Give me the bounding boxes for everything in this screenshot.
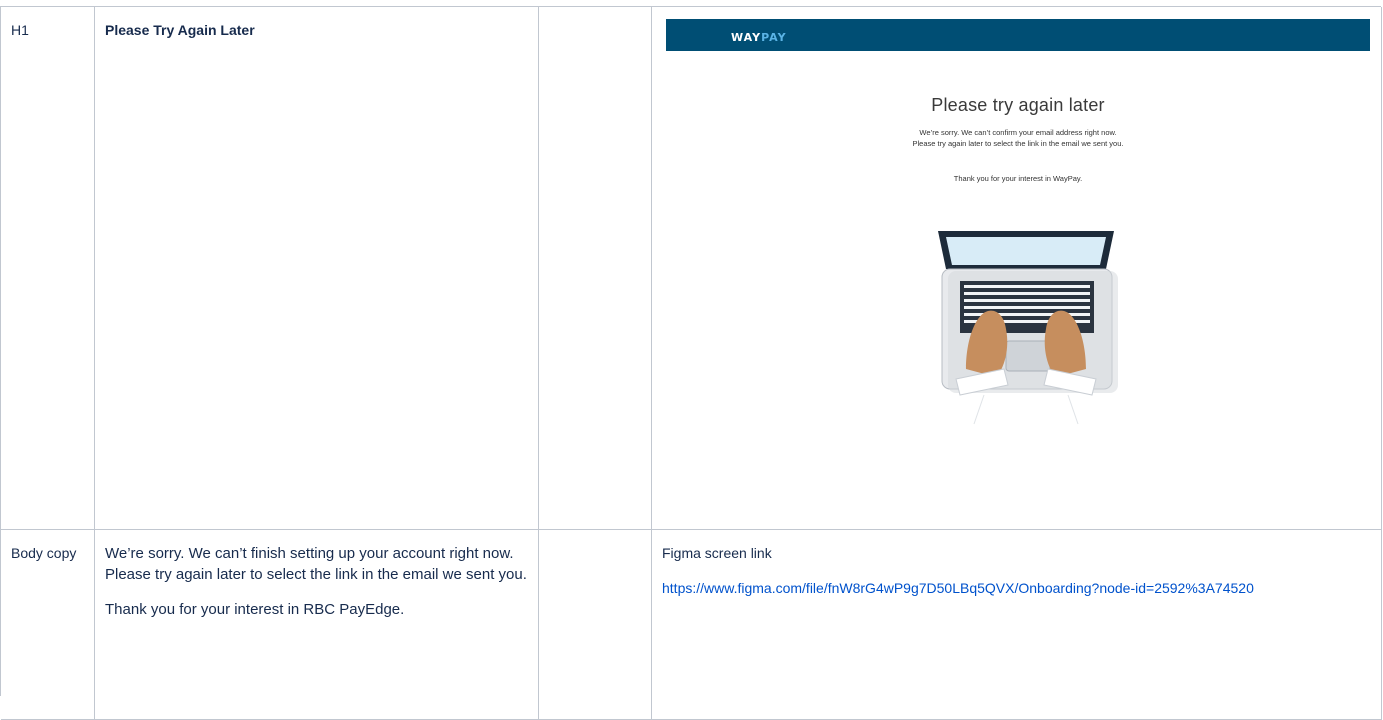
laptop-illustration — [938, 231, 1118, 425]
empty-cell — [539, 7, 652, 530]
screen-mockup: WAYPAY Please try again later We’re sorr… — [666, 19, 1370, 517]
body-paragraph: We’re sorry. We can’t finish setting up … — [105, 545, 527, 583]
row-content-h1: Please Try Again Later — [95, 7, 539, 530]
waypay-logo: WAYPAY — [731, 31, 787, 44]
heading-copy: Please Try Again Later — [105, 22, 255, 38]
content-table: H1 Please Try Again Later WAYPAY Please … — [0, 6, 1382, 720]
row-label: H1 — [11, 22, 29, 38]
figma-link[interactable]: https://www.figma.com/file/fnW8rG4wP9g7D… — [662, 580, 1254, 596]
mockup-header: WAYPAY — [666, 19, 1370, 51]
notes-cell: Figma screen link https://www.figma.com/… — [652, 530, 1382, 720]
row-label-h1: H1 — [1, 7, 95, 530]
notes-title: Figma screen link — [662, 545, 772, 561]
mockup-body: We’re sorry. We can’t confirm your email… — [912, 128, 1124, 148]
row-content-body: We’re sorry. We can’t finish setting up … — [95, 530, 539, 720]
mockup-title: Please try again later — [931, 95, 1105, 115]
row-label-body: Body copy — [1, 530, 95, 720]
body-paragraph: Thank you for your interest in RBC PayEd… — [105, 601, 405, 618]
row-label: Body copy — [11, 545, 77, 561]
screen-mockup-cell: WAYPAY Please try again later We’re sorr… — [652, 7, 1382, 530]
mockup-thanks: Thank you for your interest in WayPay. — [953, 174, 1083, 183]
empty-cell — [539, 530, 652, 720]
